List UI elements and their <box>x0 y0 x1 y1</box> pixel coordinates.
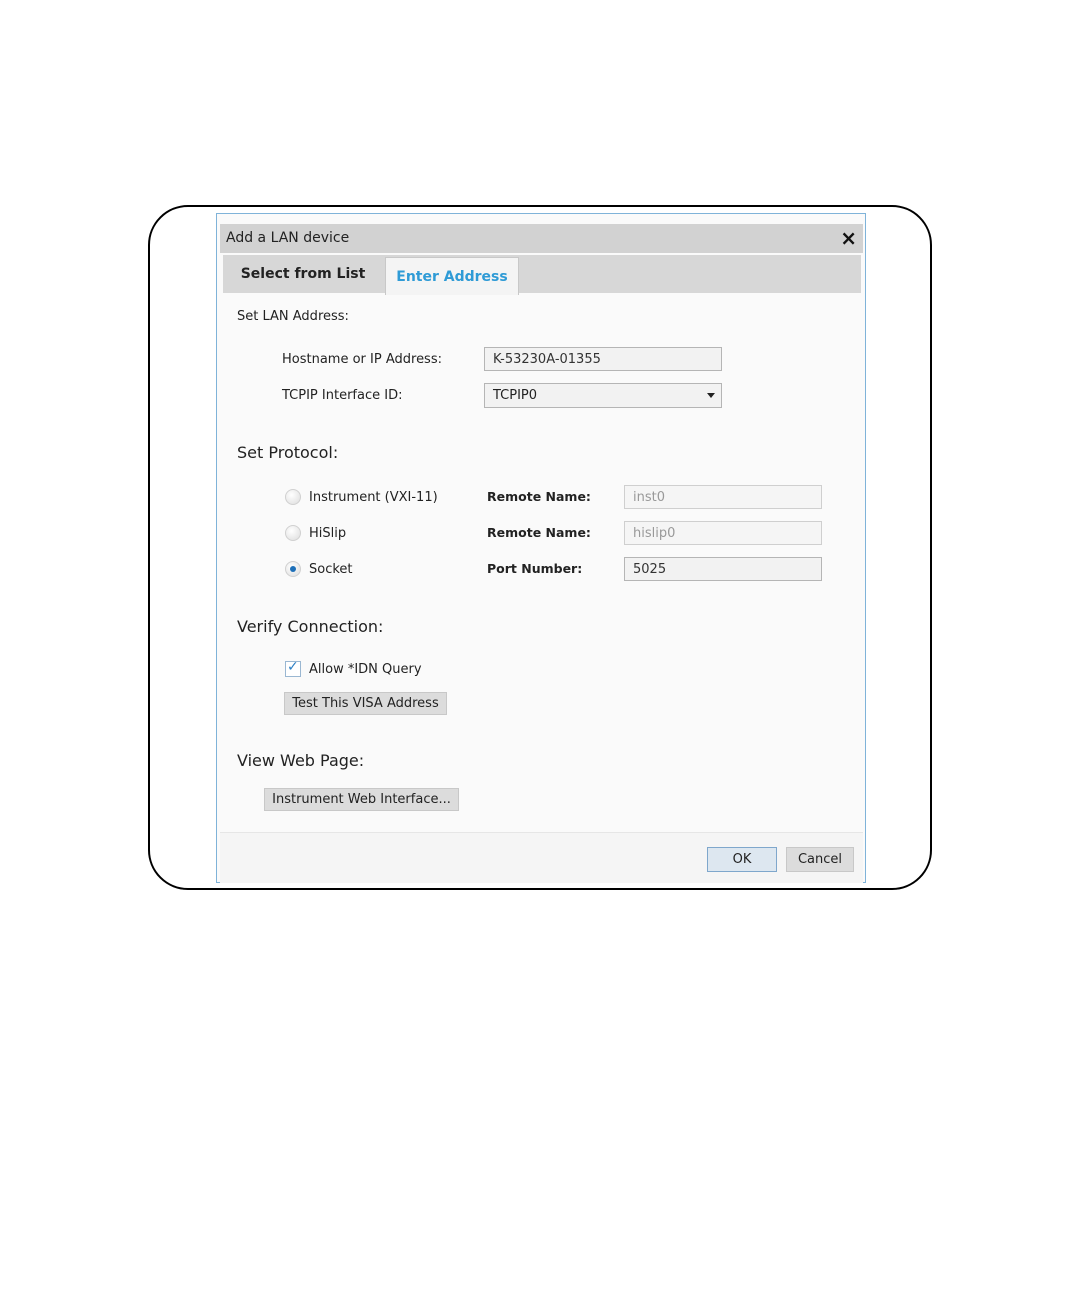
radio-socket[interactable] <box>285 561 301 577</box>
view-web-page-heading: View Web Page: <box>237 751 365 770</box>
tcpip-interface-value: TCPIP0 <box>493 388 538 403</box>
dialog-title: Add a LAN device <box>226 230 350 246</box>
remote-name-input-instrument[interactable] <box>624 485 822 509</box>
tcpip-interface-select[interactable]: TCPIP0 <box>484 383 722 408</box>
tab-enter-address[interactable]: Enter Address <box>385 257 519 295</box>
set-protocol-heading: Set Protocol: <box>237 443 339 462</box>
set-lan-address-heading: Set LAN Address: <box>237 309 349 324</box>
test-visa-address-button[interactable]: Test This VISA Address <box>284 692 447 715</box>
instrument-web-interface-button[interactable]: Instrument Web Interface... <box>264 788 459 811</box>
hostname-input[interactable] <box>484 347 722 371</box>
allow-idn-query-checkbox[interactable]: ✓ <box>285 659 301 677</box>
verify-connection-heading: Verify Connection: <box>237 617 384 636</box>
dialog-footer: OK Cancel <box>220 832 863 883</box>
tab-select-from-list[interactable]: Select from List <box>223 255 383 293</box>
allow-idn-query-label: Allow *IDN Query <box>309 662 422 677</box>
close-icon[interactable]: × <box>840 226 857 250</box>
remote-name-label-hislip: Remote Name: <box>487 525 591 540</box>
ok-button[interactable]: OK <box>707 847 777 872</box>
port-number-label: Port Number: <box>487 561 583 576</box>
cancel-button[interactable]: Cancel <box>786 847 854 872</box>
dialog-titlebar: Add a LAN device × <box>220 224 863 253</box>
port-number-input[interactable] <box>624 557 822 581</box>
add-lan-device-dialog: Add a LAN device × Select from List Ente… <box>216 213 866 883</box>
chevron-down-icon <box>707 393 715 398</box>
remote-name-label-instrument: Remote Name: <box>487 489 591 504</box>
radio-hislip[interactable] <box>285 525 301 541</box>
tcpip-interface-label: TCPIP Interface ID: <box>282 388 403 403</box>
check-icon: ✓ <box>287 659 299 675</box>
radio-hislip-label: HiSlip <box>309 526 347 541</box>
tab-bar: Select from List Enter Address <box>223 255 861 295</box>
hostname-label: Hostname or IP Address: <box>282 352 442 367</box>
radio-instrument-label: Instrument (VXI-11) <box>309 490 438 505</box>
radio-instrument[interactable] <box>285 489 301 505</box>
remote-name-input-hislip[interactable] <box>624 521 822 545</box>
radio-socket-label: Socket <box>309 562 353 577</box>
